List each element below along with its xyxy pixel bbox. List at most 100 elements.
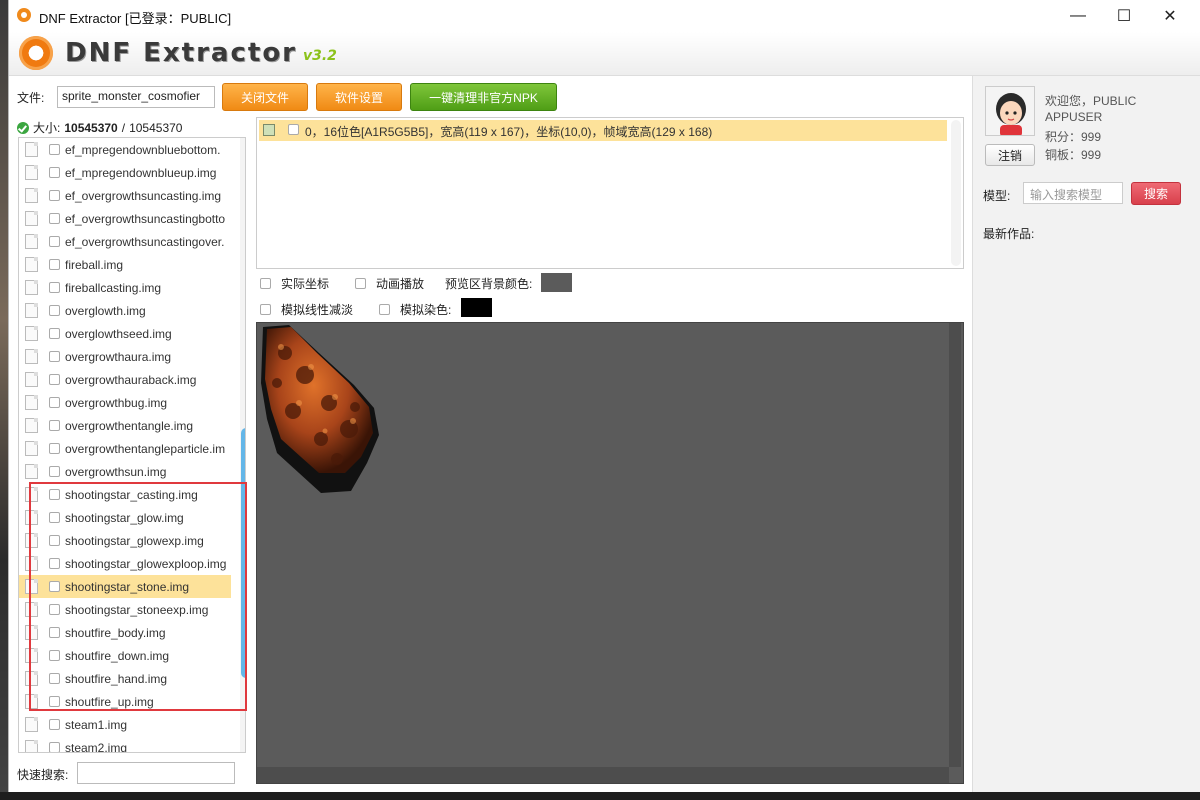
file-checkbox[interactable] bbox=[49, 719, 60, 730]
dye-color-swatch[interactable] bbox=[461, 298, 492, 317]
user-points: 积分：999 bbox=[1045, 130, 1102, 144]
file-checkbox[interactable] bbox=[49, 397, 60, 408]
linear-fade-option[interactable]: 模拟线性减淡 bbox=[260, 301, 353, 318]
file-icon bbox=[25, 142, 38, 157]
list-item[interactable]: overglowth.img bbox=[19, 299, 231, 322]
size-current: 10545370 bbox=[64, 120, 118, 135]
animation-option[interactable]: 动画播放 bbox=[355, 275, 424, 292]
file-name: overgrowthaura.img bbox=[65, 349, 172, 364]
logout-button[interactable]: 注销 bbox=[985, 144, 1035, 166]
desktop-background bbox=[0, 0, 8, 800]
file-checkbox[interactable] bbox=[49, 282, 60, 293]
list-item[interactable]: steam1.img bbox=[19, 713, 231, 736]
model-search-button[interactable]: 搜索 bbox=[1131, 182, 1181, 205]
dye-checkbox[interactable] bbox=[379, 304, 390, 315]
file-name: overgrowthentangle.img bbox=[65, 418, 194, 433]
file-name: ef_overgrowthsuncastingover. bbox=[65, 234, 225, 249]
list-item[interactable]: overglowthseed.img bbox=[19, 322, 231, 345]
linear-fade-label: 模拟线性减淡 bbox=[281, 303, 354, 317]
file-checkbox[interactable] bbox=[49, 420, 60, 431]
sprite-preview-area[interactable] bbox=[256, 322, 964, 784]
list-item[interactable]: steam2.img bbox=[19, 736, 231, 753]
list-item[interactable]: ef_mpregendownbluebottom. bbox=[19, 138, 231, 161]
file-checkbox[interactable] bbox=[49, 305, 60, 316]
file-icon bbox=[25, 717, 38, 732]
file-icon bbox=[25, 441, 38, 456]
file-checkbox[interactable] bbox=[49, 213, 60, 224]
check-icon bbox=[17, 121, 29, 134]
file-icon bbox=[25, 257, 38, 272]
file-checkbox[interactable] bbox=[49, 259, 60, 270]
file-icon bbox=[25, 464, 38, 479]
file-name: ef_overgrowthsuncasting.img bbox=[65, 188, 222, 203]
minimize-icon: — bbox=[1070, 7, 1086, 24]
logo-text: DNF Extractor bbox=[65, 38, 298, 68]
list-item[interactable]: ef_overgrowthsuncastingover. bbox=[19, 230, 231, 253]
close-button[interactable]: ✕ bbox=[1147, 0, 1193, 32]
cleanup-npk-button[interactable]: 一键清理非官方NPK bbox=[410, 83, 557, 111]
list-item[interactable]: fireball.img bbox=[19, 253, 231, 276]
size-total: 10545370 bbox=[129, 120, 183, 135]
animation-label: 动画播放 bbox=[376, 277, 425, 291]
frame-list-scrollbar[interactable] bbox=[951, 120, 961, 266]
list-item[interactable]: overgrowthentangle.img bbox=[19, 414, 231, 437]
file-checkbox[interactable] bbox=[49, 351, 60, 362]
file-checkbox[interactable] bbox=[49, 144, 60, 155]
size-info: 大小: 10545370 / 10545370 bbox=[17, 119, 182, 136]
frame-row[interactable]: 0，16位色[A1R5G5B5]，宽高(119 x 167)，坐标(10,0)，… bbox=[259, 120, 947, 141]
list-item[interactable]: fireballcasting.img bbox=[19, 276, 231, 299]
frame-checkbox[interactable] bbox=[288, 124, 299, 135]
file-name: fireball.img bbox=[65, 257, 124, 272]
file-icon bbox=[25, 326, 38, 341]
file-checkbox[interactable] bbox=[49, 374, 60, 385]
file-icon bbox=[25, 303, 38, 318]
list-item[interactable]: ef_overgrowthsuncasting.img bbox=[19, 184, 231, 207]
file-name: fireballcasting.img bbox=[65, 280, 162, 295]
file-name: ef_overgrowthsuncastingbotto bbox=[65, 211, 226, 226]
file-name: steam2.img bbox=[65, 740, 128, 753]
dye-option[interactable]: 模拟染色: bbox=[379, 301, 451, 318]
list-item[interactable]: overgrowthbug.img bbox=[19, 391, 231, 414]
bg-color-swatch[interactable] bbox=[541, 273, 572, 292]
user-name: APPUSER bbox=[1045, 110, 1103, 124]
file-path-field[interactable]: sprite_monster_cosmofier bbox=[57, 86, 215, 108]
list-item[interactable]: ef_overgrowthsuncastingbotto bbox=[19, 207, 231, 230]
actual-coords-option[interactable]: 实际坐标 bbox=[260, 275, 329, 292]
file-checkbox[interactable] bbox=[49, 167, 60, 178]
list-item[interactable]: ef_mpregendownblueup.img bbox=[19, 161, 231, 184]
file-checkbox[interactable] bbox=[49, 742, 60, 752]
linear-fade-checkbox[interactable] bbox=[260, 304, 271, 315]
dye-label: 模拟染色: bbox=[400, 303, 452, 317]
actual-coords-checkbox[interactable] bbox=[260, 278, 271, 289]
list-item[interactable]: overgrowthauraback.img bbox=[19, 368, 231, 391]
file-name: overgrowthbug.img bbox=[65, 395, 168, 410]
file-checkbox[interactable] bbox=[49, 236, 60, 247]
file-checkbox[interactable] bbox=[49, 466, 60, 477]
list-item[interactable]: overgrowthaura.img bbox=[19, 345, 231, 368]
user-copper: 铜板：999 bbox=[1045, 148, 1102, 162]
file-checkbox[interactable] bbox=[49, 190, 60, 201]
file-icon bbox=[25, 418, 38, 433]
maximize-button[interactable]: ☐ bbox=[1101, 0, 1147, 32]
user-avatar-icon bbox=[986, 87, 1034, 135]
list-item[interactable]: overgrowthsun.img bbox=[19, 460, 231, 483]
title-bar[interactable]: DNF Extractor [已登录：PUBLIC] — ☐ ✕ bbox=[9, 0, 1200, 32]
list-item[interactable]: overgrowthentangleparticle.im bbox=[19, 437, 231, 460]
quick-search-input[interactable] bbox=[77, 762, 235, 784]
settings-button[interactable]: 软件设置 bbox=[316, 83, 402, 111]
close-file-button[interactable]: 关闭文件 bbox=[222, 83, 308, 111]
image-frame-icon bbox=[263, 124, 275, 136]
minimize-button[interactable]: — bbox=[1055, 0, 1101, 32]
file-checkbox[interactable] bbox=[49, 328, 60, 339]
file-checkbox[interactable] bbox=[49, 443, 60, 454]
preview-horizontal-scrollbar[interactable] bbox=[257, 767, 949, 783]
preview-vertical-scrollbar[interactable] bbox=[949, 323, 961, 767]
file-label: 文件: bbox=[17, 91, 45, 105]
frame-list[interactable]: 0，16位色[A1R5G5B5]，宽高(119 x 167)，坐标(10,0)，… bbox=[256, 117, 964, 269]
model-search-input[interactable]: 输入搜索模型 bbox=[1023, 182, 1123, 204]
actual-coords-label: 实际坐标 bbox=[281, 277, 330, 291]
file-icon bbox=[25, 234, 38, 249]
desktop-taskbar-strip bbox=[0, 792, 1200, 800]
animation-checkbox[interactable] bbox=[355, 278, 366, 289]
quick-search-label: 快速搜索: bbox=[17, 768, 69, 782]
